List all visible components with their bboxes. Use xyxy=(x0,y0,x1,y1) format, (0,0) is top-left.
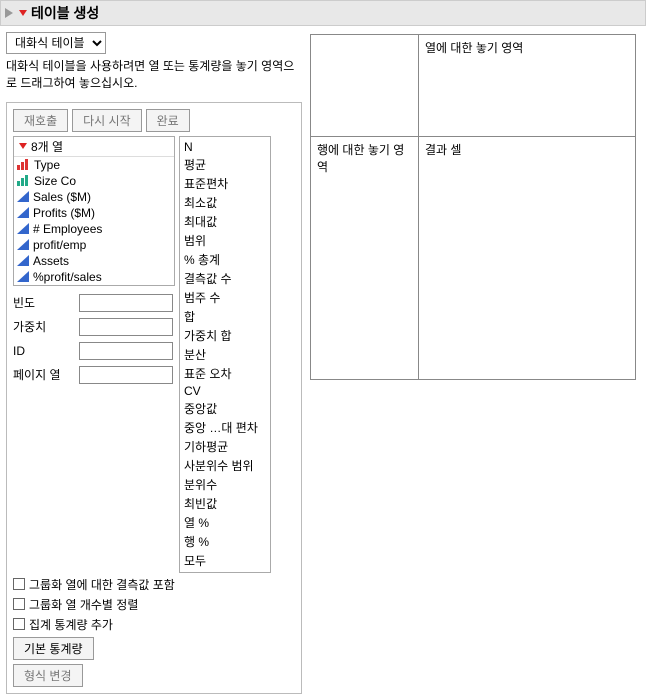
weight-label: 가중치 xyxy=(13,318,79,335)
disclosure-red-icon[interactable] xyxy=(17,140,29,152)
include-missing-check[interactable]: 그룹화 열에 대한 결측값 포함 xyxy=(13,576,295,593)
statistic-item[interactable]: 기하평균 xyxy=(184,437,266,456)
statistic-item[interactable]: 범주 수 xyxy=(184,288,266,307)
left-panel: 대화식 테이블 대화식 테이블을 사용하려면 열 또는 통계량을 놓기 영역으로… xyxy=(6,32,302,694)
column-item[interactable]: Type xyxy=(14,157,174,173)
columns-count-label: 8개 열 xyxy=(31,138,63,155)
statistic-item[interactable]: 평균 xyxy=(184,155,266,174)
statistic-item[interactable]: 분위수 xyxy=(184,475,266,494)
column-type-icon xyxy=(17,271,29,282)
statistic-item[interactable]: % 총계 xyxy=(184,250,266,269)
checkbox-icon xyxy=(13,578,25,590)
statistic-item[interactable]: CV xyxy=(184,383,266,399)
column-item[interactable]: Assets xyxy=(14,253,174,269)
default-stats-button[interactable]: 기본 통계량 xyxy=(13,637,94,660)
weight-input[interactable] xyxy=(79,318,173,336)
statistic-item[interactable]: 모두 xyxy=(184,551,266,570)
checkbox-icon xyxy=(13,598,25,610)
column-drop-zone[interactable]: 열에 대한 놓기 영역 xyxy=(419,35,635,136)
drop-corner xyxy=(311,35,419,136)
column-type-icon xyxy=(17,239,29,250)
column-type-icon xyxy=(17,191,29,202)
freq-input[interactable] xyxy=(79,294,173,312)
statistic-item[interactable]: 표준편차 xyxy=(184,174,266,193)
statistic-item[interactable]: 합 xyxy=(184,307,266,326)
result-cell-zone[interactable]: 결과 셀 xyxy=(419,137,635,379)
id-input[interactable] xyxy=(79,342,173,360)
statistic-item[interactable]: 중앙 …대 편차 xyxy=(184,418,266,437)
statistic-item[interactable]: 표준 오차 xyxy=(184,364,266,383)
statistic-item[interactable]: 최소값 xyxy=(184,193,266,212)
column-type-icon xyxy=(17,223,29,234)
resubmit-button[interactable]: 재호출 xyxy=(13,109,68,132)
column-label: Sales ($M) xyxy=(33,190,91,204)
columns-header[interactable]: 8개 열 xyxy=(14,137,174,157)
statistic-item[interactable]: 최대값 xyxy=(184,212,266,231)
row-drop-zone[interactable]: 행에 대한 놓기 영역 xyxy=(311,137,419,379)
column-label: Profits ($M) xyxy=(33,206,95,220)
statistic-item[interactable]: 열 % xyxy=(184,513,266,532)
change-format-button[interactable]: 형식 변경 xyxy=(13,664,83,687)
statistic-item[interactable]: 행 % xyxy=(184,532,266,551)
panel-header: 테이블 생성 xyxy=(0,0,646,26)
column-item[interactable]: Sales ($M) xyxy=(14,189,174,205)
column-item[interactable]: Size Co xyxy=(14,173,174,189)
statistics-list[interactable]: N평균표준편차최소값최대값범위% 총계결측값 수범주 수합가중치 합분산표준 오… xyxy=(179,136,271,573)
disclosure-red-icon[interactable] xyxy=(17,7,31,19)
mode-select[interactable]: 대화식 테이블 xyxy=(6,32,106,54)
add-aggregate-check[interactable]: 집계 통계량 추가 xyxy=(13,616,295,633)
columns-list[interactable]: 8개 열 Type Size Co Sales ($M) Profits ($M) # … xyxy=(13,136,175,286)
column-label: Size Co xyxy=(34,174,76,188)
controls-panel: 재호출 다시 시작 완료 8개 열 Type Size Co Sales ($M) P… xyxy=(6,102,302,694)
pagecol-input[interactable] xyxy=(79,366,173,384)
drop-grid: 열에 대한 놓기 영역 행에 대한 놓기 영역 결과 셀 xyxy=(310,34,636,380)
statistic-item[interactable]: 가중치 합 xyxy=(184,326,266,345)
column-type-icon xyxy=(17,175,30,186)
statistic-item[interactable]: 분산 xyxy=(184,345,266,364)
column-label: # Employees xyxy=(33,222,102,236)
column-label: Type xyxy=(34,158,60,172)
done-button[interactable]: 완료 xyxy=(146,109,190,132)
order-by-count-check[interactable]: 그룹화 열 개수별 정렬 xyxy=(13,596,295,613)
restart-button[interactable]: 다시 시작 xyxy=(72,109,142,132)
column-label: %profit/sales xyxy=(33,270,102,284)
statistic-item[interactable]: 중앙값 xyxy=(184,399,266,418)
freq-label: 빈도 xyxy=(13,294,79,311)
column-type-icon xyxy=(17,159,30,170)
panel-title: 테이블 생성 xyxy=(31,3,99,23)
pagecol-label: 페이지 열 xyxy=(13,366,79,383)
column-item[interactable]: Profits ($M) xyxy=(14,205,174,221)
column-item[interactable]: # Employees xyxy=(14,221,174,237)
statistic-item[interactable]: 결측값 수 xyxy=(184,269,266,288)
column-type-icon xyxy=(17,255,29,266)
column-item[interactable]: %profit/sales xyxy=(14,269,174,285)
column-label: Assets xyxy=(33,254,69,268)
statistic-item[interactable]: 범위 xyxy=(184,231,266,250)
statistic-item[interactable]: N xyxy=(184,139,266,155)
instruction-text: 대화식 테이블을 사용하려면 열 또는 통계량을 놓기 영역으로 드래그하여 놓… xyxy=(6,58,302,92)
disclosure-gray-icon[interactable] xyxy=(5,8,17,18)
column-label: profit/emp xyxy=(33,238,86,252)
checkbox-icon xyxy=(13,618,25,630)
column-type-icon xyxy=(17,207,29,218)
id-label: ID xyxy=(13,344,79,358)
column-item[interactable]: profit/emp xyxy=(14,237,174,253)
statistic-item[interactable]: 사분위수 범위 xyxy=(184,456,266,475)
statistic-item[interactable]: 최빈값 xyxy=(184,494,266,513)
